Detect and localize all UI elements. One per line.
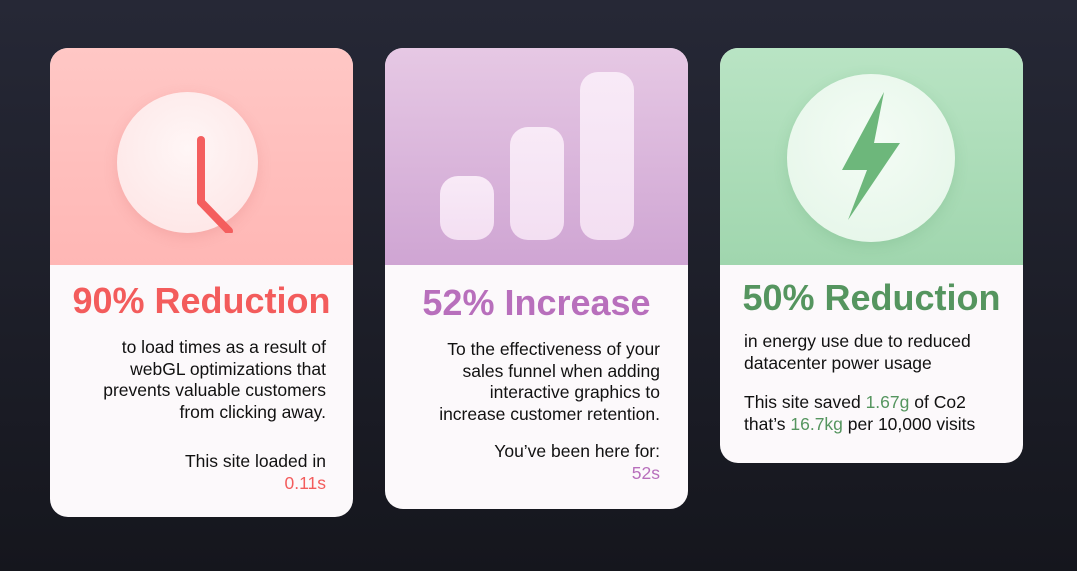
lightning-bolt-icon [787, 74, 955, 242]
savings-prefix: This site saved [744, 392, 866, 412]
savings-line: that’s 16.7kg per 10,000 visits [744, 414, 975, 436]
card-description: To the effectiveness of your sales funne… [439, 339, 660, 425]
card-body: 90% Reduction to load times as a result … [50, 265, 353, 517]
description-line: sales funnel when adding [462, 360, 660, 381]
time-on-site-stat: You’ve been here for: 52s [494, 441, 660, 484]
card-description: in energy use due to reduced datacenter … [744, 331, 971, 374]
card-title: 90% Reduction [72, 280, 331, 321]
description-line: webGL optimizations that [130, 358, 326, 379]
savings-suffix: of Co2 [909, 392, 966, 412]
savings-value: 16.7kg [790, 413, 843, 434]
card-title: 50% Reduction [742, 277, 1001, 318]
energy-card: 50% Reduction in energy use due to reduc… [720, 48, 1023, 463]
card-body: 52% Increase To the effectiveness of you… [385, 265, 688, 509]
description-line: interactive graphics to [489, 382, 660, 403]
description-line: from clicking away. [179, 401, 326, 422]
stat-value: 0.11s [284, 472, 326, 493]
load-time-card: 90% Reduction to load times as a result … [50, 48, 353, 517]
card-header-visual [385, 48, 688, 265]
bar-chart-bar-small [440, 176, 494, 240]
card-header-visual [720, 48, 1023, 265]
conversion-card: 52% Increase To the effectiveness of you… [385, 48, 688, 509]
description-line: datacenter power usage [744, 352, 932, 373]
card-header-visual [50, 48, 353, 265]
clock-icon [117, 92, 258, 233]
bar-chart-bar-large [580, 72, 634, 240]
card-title: 52% Increase [422, 282, 651, 323]
card-description: to load times as a result of webGL optim… [103, 337, 326, 423]
savings-value: 1.67g [865, 392, 910, 412]
description-line: in energy use due to reduced [744, 331, 971, 351]
description-line: prevents valuable customers [103, 380, 326, 401]
bar-chart-bar-medium [510, 127, 564, 240]
card-body: 50% Reduction in energy use due to reduc… [720, 265, 1023, 463]
savings-prefix: that’s [744, 413, 791, 434]
stat-value: 52s [631, 462, 660, 483]
load-time-stat: This site loaded in 0.11s [185, 451, 326, 494]
savings-line: This site saved 1.67g of Co2 [744, 392, 975, 414]
description-line: To the effectiveness of your [447, 339, 660, 359]
co2-savings-stat: This site saved 1.67g of Co2 that’s 16.7… [744, 392, 975, 435]
description-line: increase customer retention. [439, 403, 660, 424]
stat-label: You’ve been here for: [494, 441, 660, 461]
stat-label: This site loaded in [184, 451, 326, 471]
bar-chart-icon [385, 48, 688, 265]
description-line: to load times as a result of [121, 337, 326, 357]
savings-suffix: per 10,000 visits [842, 413, 976, 434]
